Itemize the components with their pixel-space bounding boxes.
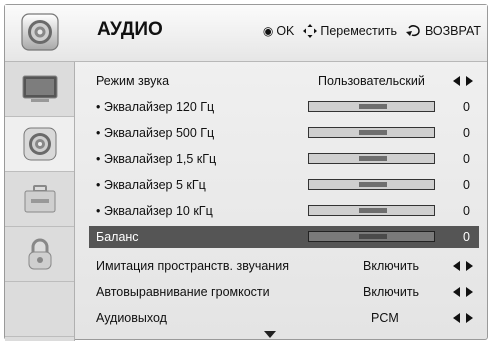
sidebar-item-empty: [5, 282, 74, 337]
setting-row-eq-5khz[interactable]: • Эквалайзер 5 кГц 0: [89, 174, 479, 196]
setting-row-eq-10khz[interactable]: • Эквалайзер 10 кГц 0: [89, 200, 479, 222]
hint-ok-label: OK: [276, 24, 295, 38]
setting-value: Включить: [363, 259, 420, 273]
setting-row-surround[interactable]: Имитация пространств. звучания Включить: [89, 255, 479, 277]
hint-move-label: Переместить: [320, 24, 397, 38]
hint-back-label: ВОЗВРАТ: [424, 24, 481, 38]
setting-value: 0: [463, 126, 470, 140]
scroll-down-arrow-icon[interactable]: [264, 331, 276, 338]
move-arrows-icon: [303, 24, 318, 38]
ok-button-icon: ◉: [262, 24, 274, 38]
navigation-hints: ◉ OK Переместить ВОЗВРАТ: [263, 24, 481, 38]
setting-row-eq-1-5khz[interactable]: • Эквалайзер 1,5 кГц 0: [89, 148, 479, 170]
setting-value: Включить: [363, 285, 420, 299]
menu-header: АУДИО ◉ OK Переместить ВОЗВРАТ: [5, 5, 487, 62]
slider-level: [359, 130, 387, 135]
setting-row-eq-120hz[interactable]: • Эквалайзер 120 Гц 0: [89, 96, 479, 118]
speaker-icon: [23, 127, 56, 161]
toolbox-icon: [24, 185, 55, 213]
setting-value: 0: [463, 178, 470, 192]
sidebar-item-setup[interactable]: [5, 172, 74, 227]
left-right-arrows-icon: [453, 313, 473, 323]
sidebar-item-audio[interactable]: [5, 117, 74, 172]
slider-level: [359, 234, 387, 239]
eq-slider[interactable]: [308, 179, 435, 190]
setting-row-audio-out[interactable]: Аудиовыход PCM: [89, 307, 479, 329]
setting-label: • Эквалайзер 120 Гц: [96, 100, 215, 114]
setting-label: Режим звука: [96, 74, 170, 88]
setting-label: • Эквалайзер 1,5 кГц: [96, 152, 217, 166]
speaker-icon: [21, 13, 59, 51]
slider-level: [359, 104, 387, 109]
eq-slider[interactable]: [308, 153, 435, 164]
left-right-arrows-icon: [453, 287, 473, 297]
slider-level: [359, 182, 387, 187]
setting-value: 0: [463, 230, 470, 244]
setting-label: • Эквалайзер 5 кГц: [96, 178, 206, 192]
eq-slider[interactable]: [308, 127, 435, 138]
eq-slider[interactable]: [308, 205, 435, 216]
audio-settings-menu: АУДИО ◉ OK Переместить ВОЗВРАТ Режим зву…: [4, 4, 488, 341]
left-right-arrows-icon: [453, 76, 473, 86]
lock-icon: [28, 238, 51, 270]
setting-row-balance[interactable]: Баланс 0: [89, 226, 479, 248]
setting-value: 0: [463, 204, 470, 218]
return-icon: [405, 25, 420, 37]
setting-label: Автовыравнивание громкости: [96, 285, 270, 299]
setting-row-eq-500hz[interactable]: • Эквалайзер 500 Гц 0: [89, 122, 479, 144]
setting-value: PCM: [371, 311, 399, 325]
setting-label: Аудиовыход: [96, 311, 167, 325]
slider-level: [359, 208, 387, 213]
balance-slider[interactable]: [308, 231, 435, 242]
setting-label: Баланс: [96, 230, 139, 244]
setting-value: Пользовательский: [318, 74, 425, 88]
setting-row-sound-mode[interactable]: Режим звука Пользовательский: [89, 70, 479, 92]
page-title: АУДИО: [97, 19, 163, 40]
slider-level: [359, 156, 387, 161]
eq-slider[interactable]: [308, 101, 435, 112]
sidebar-item-picture[interactable]: [5, 62, 74, 117]
setting-label: • Эквалайзер 500 Гц: [96, 126, 215, 140]
setting-label: Имитация пространств. звучания: [96, 259, 289, 273]
sidebar-item-lock[interactable]: [5, 227, 74, 282]
category-sidebar: [5, 62, 75, 341]
setting-value: 0: [463, 152, 470, 166]
setting-value: 0: [463, 100, 470, 114]
tv-screen-icon: [22, 75, 57, 102]
setting-row-auto-volume[interactable]: Автовыравнивание громкости Включить: [89, 281, 479, 303]
setting-label: • Эквалайзер 10 кГц: [96, 204, 213, 218]
left-right-arrows-icon: [453, 261, 473, 271]
